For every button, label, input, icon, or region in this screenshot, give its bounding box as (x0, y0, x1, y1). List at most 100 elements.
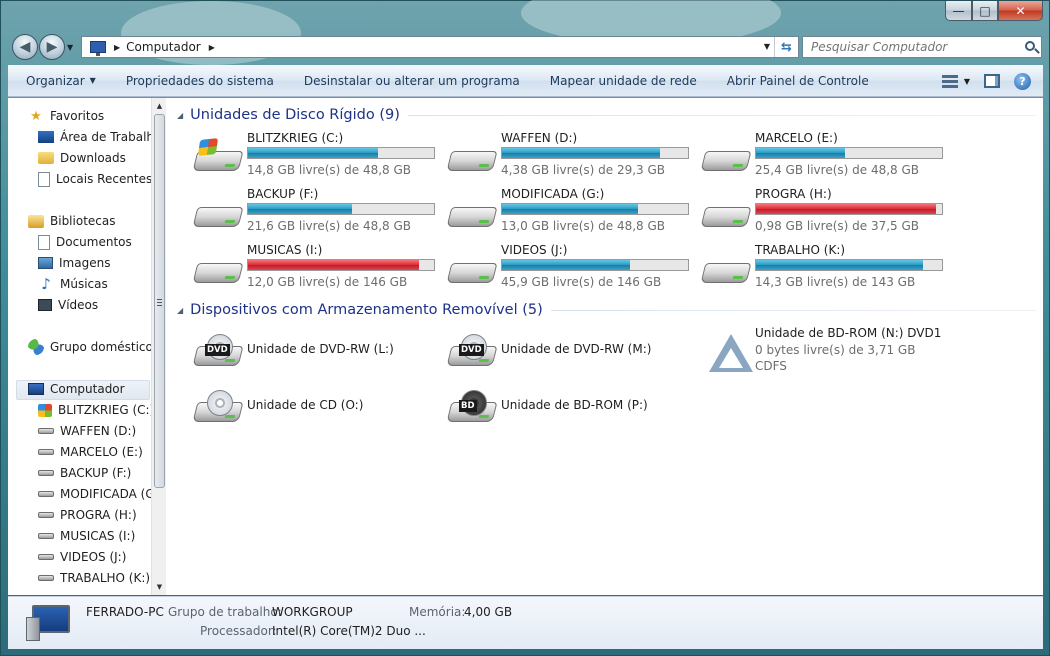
star-icon: ★ (30, 108, 42, 124)
search-box[interactable] (802, 36, 1042, 58)
hard-disk-icon (192, 251, 244, 287)
downloads-folder-icon (38, 152, 54, 164)
drive-tile-g[interactable]: MODIFICADA (G:) 13,0 GB livre(s) de 48,8 … (441, 187, 695, 239)
sidebar-item-drive-e[interactable]: MARCELO (E:) (38, 442, 143, 462)
drive-free-space: 25,4 GB livre(s) de 48,8 GB (755, 163, 920, 177)
sidebar-item-label: Favoritos (50, 109, 105, 123)
hard-disk-icon (700, 251, 752, 287)
breadcrumb-computer[interactable]: Computador (126, 40, 201, 54)
preview-pane-icon[interactable] (984, 74, 1000, 88)
sidebar-homegroup[interactable]: Grupo doméstico (28, 337, 153, 357)
drive-tile-p[interactable]: BD Unidade de BD-ROM (P:) (441, 382, 695, 434)
usage-bar-fill (502, 260, 630, 270)
drive-tile-e[interactable]: MARCELO (E:) 25,4 GB livre(s) de 48,8 GB (695, 131, 949, 183)
pane-splitter[interactable] (166, 98, 169, 595)
usage-bar (755, 259, 943, 271)
sidebar-scrollbar[interactable]: ▲ ▼ (151, 98, 166, 595)
view-options-chevron-icon[interactable]: ▼ (964, 77, 970, 86)
drive-tile-m[interactable]: DVD Unidade de DVD-RW (M:) (441, 326, 695, 378)
sidebar-item-drive-f[interactable]: BACKUP (F:) (38, 463, 131, 483)
recent-pages-dropdown[interactable]: ▼ (67, 43, 73, 52)
windows-drive-icon (38, 403, 52, 417)
address-dropdown-icon[interactable]: ▼ (764, 42, 770, 51)
drive-tile-j[interactable]: VIDEOS (J:) 45,9 GB livre(s) de 146 GB (441, 243, 695, 295)
refresh-button[interactable]: ⇆ (774, 37, 798, 57)
maximize-button[interactable]: □ (972, 1, 998, 21)
sidebar-item-drive-j[interactable]: VIDEOS (J:) (38, 547, 126, 567)
hard-disk-icon (446, 195, 498, 231)
help-icon[interactable]: ? (1014, 72, 1031, 90)
sidebar-item-drive-d[interactable]: WAFFEN (D:) (38, 421, 136, 441)
sidebar-item-desktop[interactable]: Área de Trabalho (38, 127, 158, 147)
sidebar-item-recent-places[interactable]: Locais Recentes (38, 169, 152, 189)
hard-disk-icon (38, 554, 54, 560)
workgroup-value: WORKGROUP (272, 605, 353, 619)
sidebar-item-drive-k[interactable]: TRABALHO (K:) (38, 568, 150, 588)
drive-free-space: 13,0 GB livre(s) de 48,8 GB (501, 219, 666, 233)
collapse-triangle-icon[interactable]: ◢ (177, 306, 183, 315)
drive-tile-c[interactable]: BLITZKRIEG (C:) 14,8 GB livre(s) de 48,8 … (187, 131, 441, 183)
forward-button[interactable]: ▶ (39, 34, 65, 60)
sidebar-item-drive-h[interactable]: PROGRA (H:) (38, 505, 137, 525)
scroll-down-icon[interactable]: ▼ (152, 579, 167, 595)
organize-menu[interactable]: Organizar ▼ (8, 65, 111, 97)
search-icon[interactable] (1025, 41, 1035, 51)
sidebar-item-images[interactable]: Imagens (38, 253, 110, 273)
sidebar-favorites[interactable]: ★ Favoritos (28, 106, 104, 126)
drive-tile-d[interactable]: WAFFEN (D:) 4,38 GB livre(s) de 29,3 GB (441, 131, 695, 183)
group-header-removable[interactable]: ◢ Dispositivos com Armazenamento Removív… (177, 300, 1037, 320)
sidebar-computer[interactable]: Computador (28, 379, 125, 399)
back-button[interactable]: ◀ (12, 34, 38, 60)
system-properties-button[interactable]: Propriedades do sistema (111, 65, 289, 97)
drive-tile-h[interactable]: PROGRA (H:) 0,98 GB livre(s) de 37,5 GB (695, 187, 949, 239)
minimize-button[interactable]: — (945, 1, 972, 21)
sidebar-item-videos[interactable]: Vídeos (38, 295, 98, 315)
close-button[interactable]: ✕ (998, 1, 1043, 21)
group-header-hard-disks[interactable]: ◢ Unidades de Disco Rígido (9) (177, 105, 1037, 125)
usage-bar-fill (502, 148, 660, 158)
breadcrumb-chevron-icon[interactable]: ▶ (209, 43, 215, 52)
window-controls: — □ ✕ (945, 1, 1043, 21)
hard-disk-icon (38, 512, 54, 518)
open-control-panel-button[interactable]: Abrir Painel de Controle (712, 65, 884, 97)
scroll-up-icon[interactable]: ▲ (152, 98, 167, 114)
drive-tile-f[interactable]: BACKUP (F:) 21,6 GB livre(s) de 48,8 GB (187, 187, 441, 239)
collapse-triangle-icon[interactable]: ◢ (177, 111, 183, 120)
sidebar-item-music[interactable]: ♪ Músicas (38, 274, 108, 294)
usage-bar (247, 259, 435, 271)
drive-tile-o[interactable]: Unidade de CD (O:) (187, 382, 441, 434)
computer-icon (26, 605, 72, 641)
sidebar-libraries[interactable]: Bibliotecas (28, 211, 115, 231)
drive-tile-n[interactable]: Unidade de BD-ROM (N:) DVD1 0 bytes livr… (695, 326, 949, 382)
drive-free-space: 0 bytes livre(s) de 3,71 GB (755, 343, 916, 357)
usage-bar-fill (756, 148, 845, 158)
sidebar-item-drive-c[interactable]: BLITZKRIEG (C:) (38, 400, 154, 420)
drive-name: Unidade de BD-ROM (N:) DVD1 (755, 326, 942, 340)
desktop-icon (38, 131, 54, 143)
address-bar[interactable]: ▶ Computador ▶ ▼ ⇆ (81, 36, 799, 58)
sidebar-item-label: VIDEOS (J:) (60, 550, 127, 564)
maximize-icon: □ (979, 3, 991, 18)
sidebar-item-documents[interactable]: Documentos (38, 232, 132, 252)
sidebar-item-drive-g[interactable]: MODIFICADA (G:) (38, 484, 158, 504)
drive-tile-k[interactable]: TRABALHO (K:) 14,3 GB livre(s) de 143 GB (695, 243, 949, 295)
drive-free-space: 21,6 GB livre(s) de 48,8 GB (247, 219, 412, 233)
search-input[interactable] (811, 40, 1021, 54)
sidebar-item-downloads[interactable]: Downloads (38, 148, 126, 168)
recent-places-icon (38, 171, 50, 187)
images-icon (38, 257, 53, 269)
content-area: ★ Favoritos Área de Trabalho Downloads Lo… (8, 98, 1043, 595)
hard-disk-icon (38, 533, 54, 539)
sidebar-item-drive-i[interactable]: MUSICAS (I:) (38, 526, 135, 546)
drive-tile-l[interactable]: DVD Unidade de DVD-RW (L:) (187, 326, 441, 378)
map-network-drive-button[interactable]: Mapear unidade de rede (535, 65, 712, 97)
usage-bar (247, 203, 435, 215)
change-view-icon[interactable] (941, 74, 958, 88)
drive-tile-i[interactable]: MUSICAS (I:) 12,0 GB livre(s) de 146 GB (187, 243, 441, 295)
drive-name: PROGRA (H:) (755, 187, 832, 201)
drive-free-space: 12,0 GB livre(s) de 146 GB (247, 275, 408, 289)
scrollbar-thumb[interactable] (154, 114, 165, 488)
breadcrumb-chevron-icon[interactable]: ▶ (114, 43, 120, 52)
uninstall-program-button[interactable]: Desinstalar ou alterar um programa (289, 65, 535, 97)
usage-bar-fill (756, 260, 923, 270)
